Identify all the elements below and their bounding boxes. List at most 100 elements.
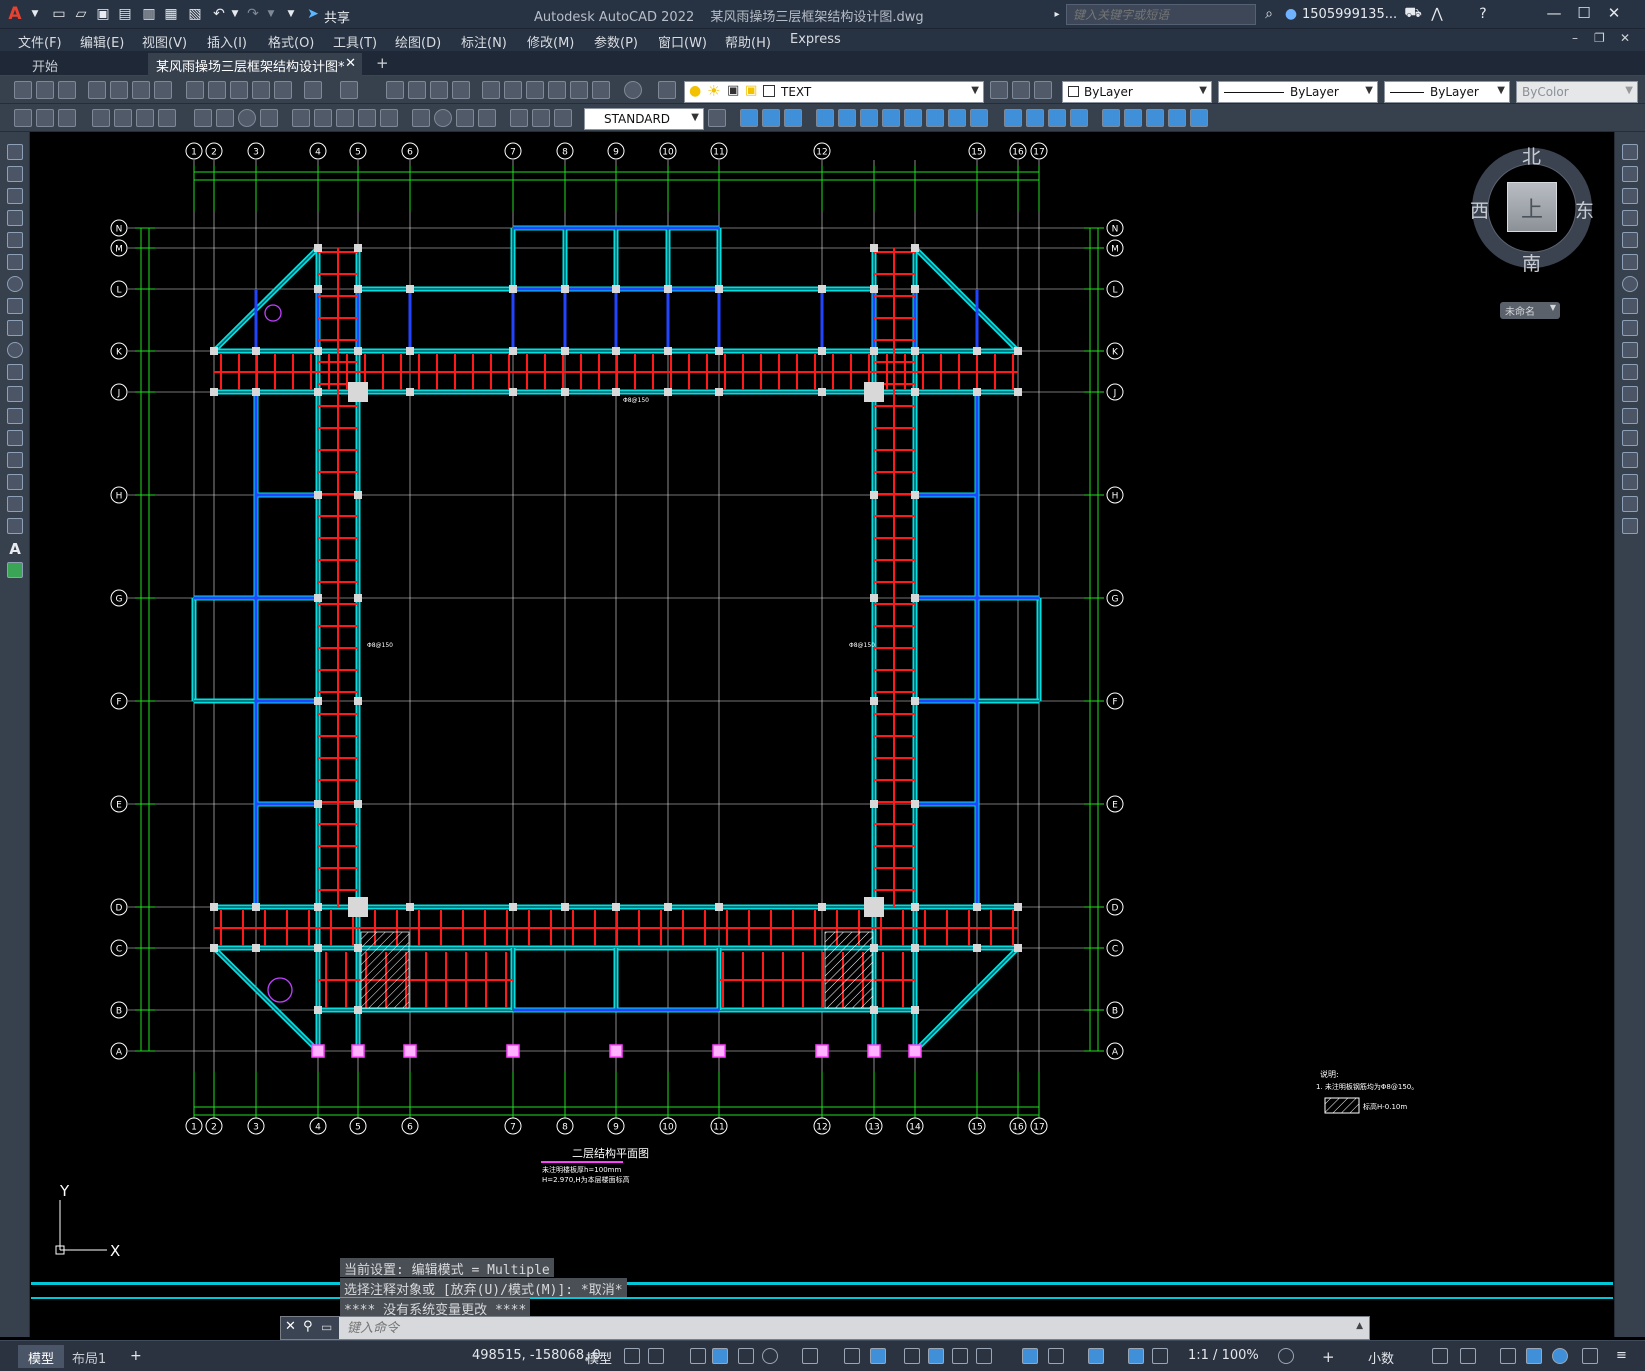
menu-file[interactable]: 文件(F) xyxy=(18,32,62,51)
color-combo[interactable]: ByLayer ▼ xyxy=(1062,81,1212,103)
dim-jogged-icon[interactable] xyxy=(136,109,154,127)
lineweight-icon[interactable] xyxy=(904,1348,920,1364)
ellipse-arc-icon[interactable] xyxy=(7,364,23,380)
dimstyle-dropdown-icon[interactable]: ▼ xyxy=(691,112,699,123)
fullscreen-icon[interactable] xyxy=(1582,1348,1598,1364)
zoom-window-icon[interactable] xyxy=(430,81,448,99)
snap-icon[interactable] xyxy=(648,1348,664,1364)
explode-icon[interactable] xyxy=(1622,518,1638,534)
polyline-icon[interactable] xyxy=(7,188,23,204)
dim-space-icon[interactable] xyxy=(292,109,310,127)
cart-icon[interactable]: ⛟ xyxy=(1404,5,1422,23)
dim-continue-icon[interactable] xyxy=(260,109,278,127)
dynamic-input-icon[interactable] xyxy=(712,1348,728,1364)
revcloud-icon[interactable] xyxy=(7,298,23,314)
graphics-performance-icon[interactable] xyxy=(1526,1348,1542,1364)
user-icon[interactable]: ● xyxy=(1282,5,1300,23)
make-current-icon[interactable] xyxy=(990,81,1008,99)
transparency-icon[interactable] xyxy=(928,1348,944,1364)
menu-draw[interactable]: 绘图(D) xyxy=(395,32,441,51)
command-input[interactable] xyxy=(347,1318,1347,1338)
plotstyle-combo[interactable]: ByColor ▼ xyxy=(1516,81,1638,103)
plot-tb-icon[interactable] xyxy=(88,81,106,99)
make-block-icon[interactable] xyxy=(7,408,23,424)
dim-baseline-icon[interactable] xyxy=(238,109,256,127)
3d-align-icon[interactable] xyxy=(1168,109,1186,127)
scale-icon[interactable] xyxy=(1622,298,1638,314)
block-editor-icon[interactable] xyxy=(274,81,292,99)
3d-cone-icon[interactable] xyxy=(784,109,802,127)
ortho-icon[interactable] xyxy=(738,1348,754,1364)
dim-diameter-icon[interactable] xyxy=(158,109,176,127)
publish-tb-icon[interactable] xyxy=(132,81,150,99)
infer-icon[interactable] xyxy=(690,1348,706,1364)
menu-express[interactable]: Express xyxy=(790,32,841,47)
search-icon[interactable]: ⌕ xyxy=(1260,5,1278,23)
layer-combo[interactable]: ● ☀ ▣ ▣ TEXT ▼ xyxy=(684,81,984,103)
paste-icon[interactable] xyxy=(230,81,248,99)
linetype-combo[interactable]: ByLayer ▼ xyxy=(1218,81,1378,103)
viewcube-top-face[interactable]: 上 xyxy=(1507,182,1557,232)
menu-parameter[interactable]: 参数(P) xyxy=(594,32,638,51)
rotate-icon[interactable] xyxy=(1622,276,1638,292)
properties-icon[interactable] xyxy=(482,81,500,99)
layer-unlock-icon[interactable]: ▣ xyxy=(745,83,757,98)
dim-angular-icon[interactable] xyxy=(194,109,212,127)
search-expand-icon[interactable]: ▸ xyxy=(1048,5,1066,23)
3d-extrude-icon[interactable] xyxy=(926,109,944,127)
3d-cylinder-icon[interactable] xyxy=(838,109,856,127)
blend-icon[interactable] xyxy=(1622,496,1638,512)
clean-screen-icon[interactable] xyxy=(1552,1348,1568,1364)
help-tb-icon[interactable] xyxy=(624,81,642,99)
model-space-button[interactable]: 模型 xyxy=(586,1348,612,1367)
stretch-icon[interactable] xyxy=(1622,320,1638,336)
maximize-button[interactable]: ☐ xyxy=(1572,4,1596,24)
add-layout-icon[interactable]: + xyxy=(130,1348,142,1364)
join-icon[interactable] xyxy=(1622,430,1638,446)
dynamic-ucs-icon[interactable] xyxy=(1022,1348,1038,1364)
layer-states-icon[interactable] xyxy=(1034,81,1052,99)
pan-icon[interactable] xyxy=(386,81,404,99)
dimstyle-combo[interactable]: STANDARD ▼ xyxy=(584,108,704,130)
break-at-point-icon[interactable] xyxy=(1622,386,1638,402)
export-icon[interactable]: ▥ xyxy=(140,5,158,23)
redo-dropdown-icon[interactable]: ▼ xyxy=(262,5,280,23)
structural-plan-drawing[interactable]: 1 2 3 4 5 6 7 8 9 10 11 12 15 16 171 2 3 4 5 6 7 8 9 10 11 12 13 14… xyxy=(31,132,1613,1337)
zoom-previous-icon[interactable] xyxy=(452,81,470,99)
markup-icon[interactable] xyxy=(570,81,588,99)
annotation-visibility-icon[interactable] xyxy=(1128,1348,1144,1364)
cmd-expand-icon[interactable]: ▲ xyxy=(1356,1321,1363,1331)
gradient-icon[interactable] xyxy=(7,474,23,490)
menu-dimension[interactable]: 标注(N) xyxy=(461,32,507,51)
redo-tb-icon[interactable] xyxy=(340,81,358,99)
subtract-icon[interactable] xyxy=(1070,109,1088,127)
offset-icon[interactable] xyxy=(1622,210,1638,226)
erase-icon[interactable] xyxy=(1622,144,1638,160)
redo-icon[interactable]: ↷ xyxy=(244,5,262,23)
dim-quick-icon[interactable] xyxy=(216,109,234,127)
isodraft-icon[interactable] xyxy=(802,1348,818,1364)
3d-publish-icon[interactable] xyxy=(154,81,172,99)
dim-radius-icon[interactable] xyxy=(114,109,132,127)
menu-tools[interactable]: 工具(T) xyxy=(333,32,377,51)
3d-planar-icon[interactable] xyxy=(904,109,922,127)
wcs-dropdown-icon[interactable]: ▼ xyxy=(1550,303,1556,312)
menu-format[interactable]: 格式(O) xyxy=(268,32,314,51)
3d-move-icon[interactable] xyxy=(1124,109,1142,127)
dim-style-icon[interactable] xyxy=(708,109,726,127)
share-label[interactable]: 共享 xyxy=(324,7,350,26)
save-icon[interactable]: ▣ xyxy=(94,5,112,23)
doc-close-icon[interactable]: ✕ xyxy=(1620,31,1630,45)
minimize-button[interactable]: — xyxy=(1542,4,1566,24)
table-icon[interactable] xyxy=(7,518,23,534)
tool-palettes-icon[interactable] xyxy=(526,81,544,99)
center-mark-icon[interactable] xyxy=(358,109,376,127)
zoom-realtime-icon[interactable] xyxy=(408,81,426,99)
compass-west[interactable]: 西 xyxy=(1470,196,1489,223)
hatch-icon[interactable] xyxy=(7,452,23,468)
inspection-icon[interactable] xyxy=(380,109,398,127)
3d-torus-icon[interactable] xyxy=(860,109,878,127)
tolerance-icon[interactable] xyxy=(336,109,354,127)
autodesk-icon[interactable]: ⋀ xyxy=(1428,5,1446,23)
annotation-scale[interactable]: 1:1 / 100% xyxy=(1188,1348,1259,1363)
